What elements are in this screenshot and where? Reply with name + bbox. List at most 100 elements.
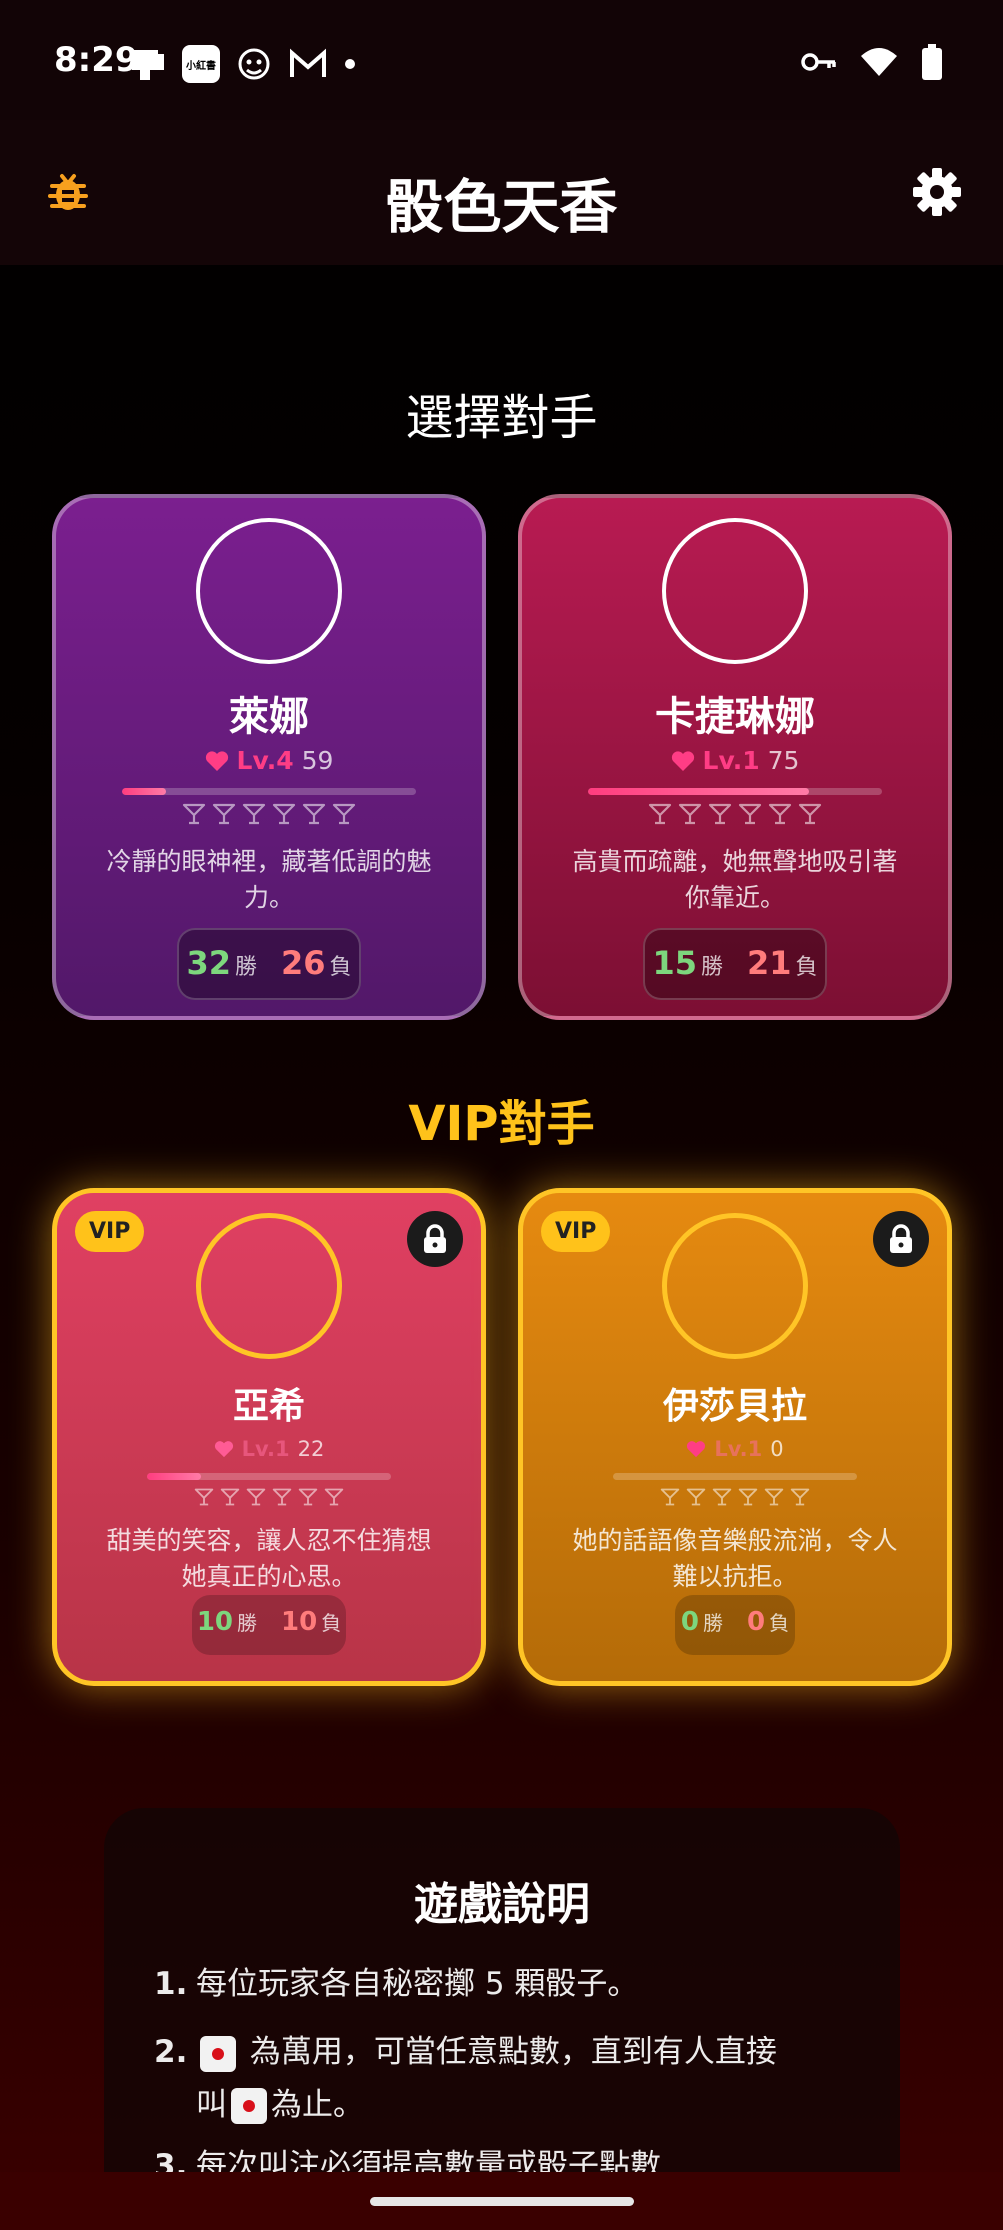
rule-number: 1. (154, 1966, 188, 2002)
losses-label: 負 (321, 1611, 342, 1635)
opponent-name: 萊娜 (229, 694, 309, 740)
opponent-name: 亞希 (232, 1386, 305, 1427)
affection-progress-fill (588, 788, 809, 795)
wifi-icon (861, 48, 897, 76)
losses-count: 26 (281, 944, 326, 982)
level-label: Lv.1 (714, 1437, 763, 1461)
rule-item: 1. 每位玩家各自秘密擲 5 顆骰子。 (154, 1958, 860, 2011)
rule-item: 2. 為萬用，可當任意點數，直到有人直接 叫 為止。 (154, 2026, 860, 2131)
more-dot-icon (345, 59, 355, 69)
system-icons (801, 44, 943, 80)
cocktail-glass-icon (768, 803, 792, 825)
affection-progress-bar (122, 788, 416, 795)
cocktail-rating (522, 802, 948, 826)
cocktail-glass-icon (686, 1488, 706, 1506)
avatar (662, 518, 808, 664)
opponent-description: 高貴而疏離，她無聲地吸引著你靠近。 (572, 847, 898, 913)
opponent-card-katerina[interactable]: 卡捷琳娜 Lv.1 75 高貴而疏離，她無聲地吸引著你靠近。 15 勝 21 負 (518, 494, 952, 1020)
affection-progress-bar (588, 788, 882, 795)
opponents-section-title: 選擇對手 (405, 390, 598, 446)
losses-label: 負 (769, 1611, 790, 1635)
opponent-card-lena[interactable]: 萊娜 Lv.4 59 冷靜的眼神裡，藏著低調的魅力。 32 勝 26 負 (52, 494, 486, 1020)
rules-title: 遊戲說明 (414, 1879, 590, 1930)
status-bar: 8:29 小紅書 (0, 0, 1003, 120)
avatar (196, 518, 342, 664)
cocktail-glass-icon (324, 1488, 344, 1506)
lock-button[interactable] (407, 1211, 463, 1267)
notification-icons: 小紅書 (128, 44, 358, 84)
cocktail-glass-icon (332, 803, 356, 825)
vip-card-isabella[interactable]: VIP 伊莎貝拉 Lv.1 0 她的話語像音樂般流淌，令人難以抗拒。 0勝0負 (518, 1188, 952, 1686)
wins-label: 勝 (700, 955, 723, 980)
wins-count: 0 (680, 1607, 699, 1637)
level-label: Lv.1 (702, 746, 760, 775)
cocktail-glass-icon (182, 803, 206, 825)
cocktail-glass-icon (790, 1488, 810, 1506)
store-receipt-icon (132, 50, 164, 80)
wins-label: 勝 (234, 955, 257, 980)
affection-points: 59 (301, 746, 334, 775)
cocktail-glass-icon (660, 1488, 680, 1506)
opponent-description: 她的話語像音樂般流淌，令人難以抗拒。 (572, 1526, 898, 1592)
cocktail-rating (523, 1487, 947, 1507)
rule-text: 為止。 (271, 2086, 364, 2123)
vip-card-yaxi[interactable]: VIP 亞希 Lv.1 22 甜美的笑容，讓人忍不住猜想她真正的心思。 10 勝 1… (52, 1188, 486, 1686)
game-rules-panel: 遊戲說明 1. 每位玩家各自秘密擲 5 顆骰子。 2. 為萬用，可當任意點數，直… (104, 1808, 900, 2230)
cocktail-glass-icon (712, 1488, 732, 1506)
level-row: Lv.4 59 (56, 746, 482, 775)
affection-points: 22 (297, 1437, 325, 1461)
rule-number: 2. (154, 2034, 188, 2070)
cocktail-glass-icon (272, 1488, 292, 1506)
opponent-description: 冷靜的眼神裡，藏著低調的魅力。 (106, 847, 432, 913)
rule-text: 為萬用，可當任意點數，直到有人直接 (249, 2034, 777, 2070)
cocktail-glass-icon (220, 1488, 240, 1506)
wins-count: 32 (186, 944, 231, 982)
settings-gear-icon (913, 168, 961, 216)
cocktail-glass-icon (194, 1488, 214, 1506)
cocktail-glass-icon (246, 1488, 266, 1506)
cocktail-glass-icon (798, 803, 822, 825)
level-row: Lv.1 75 (522, 746, 948, 775)
cocktail-glass-icon (678, 803, 702, 825)
lock-button[interactable] (873, 1211, 929, 1267)
vip-badge: VIP (75, 1211, 145, 1252)
affection-progress-bar (613, 1473, 857, 1480)
wins-count: 15 (652, 944, 697, 982)
losses-count: 21 (747, 944, 792, 982)
losses-count: 10 (281, 1607, 318, 1637)
cocktail-glass-icon (242, 803, 266, 825)
gesture-navigation-bar[interactable] (370, 2197, 634, 2206)
losses-label: 負 (795, 955, 818, 980)
cocktail-glass-icon (708, 803, 732, 825)
app-badge-label: 小紅書 (186, 60, 216, 72)
rule-text: 叫 (196, 2086, 227, 2123)
battery-icon (922, 44, 942, 80)
opponent-name: 卡捷琳娜 (655, 694, 815, 740)
cocktail-glass-icon (298, 1488, 318, 1506)
cocktail-glass-icon (212, 803, 236, 825)
cocktail-rating (57, 1487, 481, 1507)
gmail-icon (290, 48, 326, 77)
affection-progress-fill (122, 788, 167, 795)
cocktail-glass-icon (738, 1488, 758, 1506)
vip-badge: VIP (541, 1211, 611, 1252)
avatar (662, 1213, 808, 1359)
character-app-icon (238, 48, 270, 80)
rule-text: 每位玩家各自秘密擲 5 顆骰子。 (196, 1966, 639, 2002)
cocktail-glass-icon (302, 803, 326, 825)
vip-section-title: VIP對手 (408, 1096, 595, 1152)
wins-label: 勝 (703, 1611, 723, 1635)
level-label: Lv.4 (236, 746, 294, 775)
level-row: Lv.1 0 (523, 1437, 947, 1461)
lock-icon (890, 1224, 912, 1253)
dice-one-icon (231, 2088, 267, 2125)
opponent-description: 甜美的笑容，讓人忍不住猜想她真正的心思。 (106, 1526, 432, 1592)
wins-count: 10 (196, 1607, 233, 1637)
affection-points: 75 (767, 746, 800, 775)
opponent-name: 伊莎貝拉 (662, 1386, 807, 1427)
affection-progress-bar (147, 1473, 391, 1480)
dice-one-icon (200, 2035, 236, 2072)
settings-button[interactable] (911, 166, 963, 218)
heart-icon (214, 1441, 233, 1458)
heart-icon (671, 750, 694, 771)
